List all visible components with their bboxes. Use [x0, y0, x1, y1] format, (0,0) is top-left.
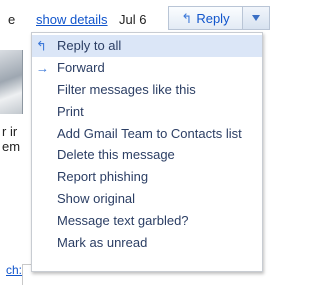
- menu-item-label: Show original: [57, 190, 136, 206]
- background-text-fragment: em: [2, 139, 21, 154]
- menu-item-label: Delete this message: [57, 147, 175, 163]
- background-text-fragment: r ir: [2, 124, 18, 139]
- reply-button[interactable]: ↰ Reply: [168, 6, 242, 30]
- message-date: Jul 6: [119, 12, 147, 27]
- reply-all-icon: ↰: [36, 38, 47, 54]
- menu-item-print[interactable]: Print: [32, 100, 262, 122]
- menu-item-label: Forward: [57, 60, 105, 76]
- reply-button-label: Reply: [196, 10, 230, 26]
- menu-item-label: Mark as unread: [57, 234, 148, 250]
- menu-item-forward[interactable]: → Forward: [32, 57, 262, 79]
- menu-item-delete-message[interactable]: Delete this message: [32, 144, 262, 166]
- forward-icon: →: [36, 60, 49, 76]
- menu-item-reply-to-all[interactable]: ↰ Reply to all: [32, 35, 262, 57]
- menu-item-add-to-contacts[interactable]: Add Gmail Team to Contacts list: [32, 122, 262, 144]
- menu-item-filter-messages[interactable]: Filter messages like this: [32, 79, 262, 101]
- menu-item-label: Print: [57, 103, 84, 119]
- menu-item-report-phishing[interactable]: Report phishing: [32, 166, 262, 188]
- menu-item-label: Report phishing: [57, 169, 149, 185]
- menu-item-label: Filter messages like this: [57, 81, 196, 97]
- reply-arrow-icon: ↰: [181, 10, 193, 26]
- show-details-link[interactable]: show details: [36, 12, 108, 27]
- chevron-down-icon: [252, 15, 260, 21]
- background-image-fragment: [0, 50, 23, 114]
- menu-item-label: Add Gmail Team to Contacts list: [57, 125, 242, 141]
- reply-button-group: ↰ Reply: [168, 6, 270, 32]
- reply-options-menu: ↰ Reply to all → Forward Filter messages…: [31, 32, 263, 272]
- reply-options-dropdown-button[interactable]: [242, 6, 270, 30]
- background-link-fragment[interactable]: ch:: [6, 263, 22, 277]
- menu-item-message-text-garbled[interactable]: Message text garbled?: [32, 209, 262, 231]
- menu-item-label: Reply to all: [57, 38, 122, 54]
- menu-item-mark-as-unread[interactable]: Mark as unread: [32, 231, 262, 253]
- menu-item-label: Message text garbled?: [57, 212, 189, 228]
- message-header: show details Jul 6 ↰ Reply: [0, 0, 270, 32]
- menu-item-show-original[interactable]: Show original: [32, 188, 262, 210]
